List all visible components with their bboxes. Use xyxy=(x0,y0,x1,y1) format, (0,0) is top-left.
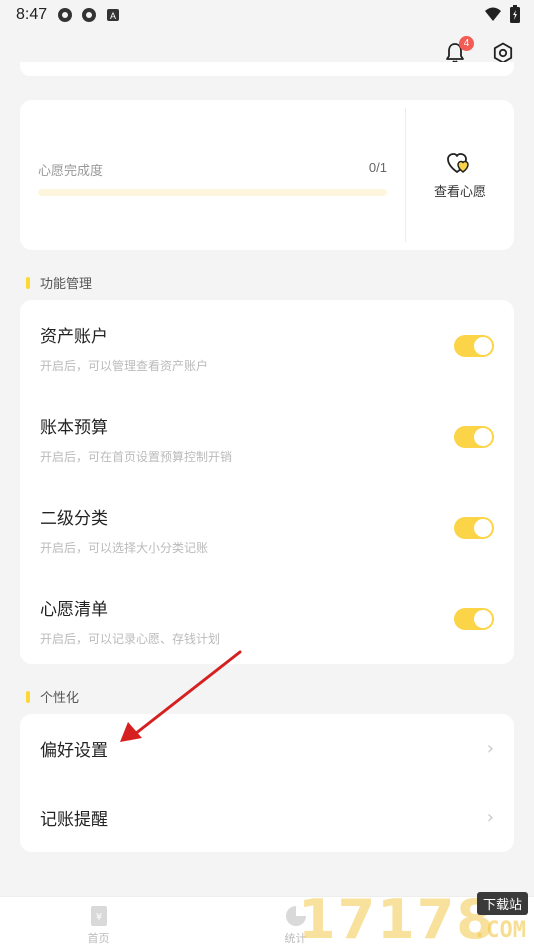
preferences-label: 偏好设置 xyxy=(40,741,108,761)
a-box-icon: A xyxy=(107,9,120,21)
feature-title: 二级分类 xyxy=(40,509,108,529)
feature-row-subcategory: 二级分类 开启后，可以选择大小分类记账 xyxy=(20,482,514,573)
personal-card: 偏好设置 › 记账提醒 › xyxy=(20,714,514,852)
feature-title: 账本预算 xyxy=(40,418,108,438)
wish-progress-bar xyxy=(38,189,387,196)
wifi-icon xyxy=(485,7,501,21)
watermark-domain: .COM xyxy=(473,918,526,943)
features-section-label: 功能管理 xyxy=(40,277,93,292)
toggle-knob xyxy=(474,428,492,446)
wish-progress-label: 心愿完成度 xyxy=(38,164,104,179)
feature-desc: 开启后，可以记录心愿、存钱计划 xyxy=(40,632,221,646)
svg-text:A: A xyxy=(110,11,116,21)
app-notification-icon xyxy=(58,8,73,22)
status-time: 8:47 xyxy=(16,6,48,23)
feature-desc: 开启后，可以管理查看资产账户 xyxy=(40,359,209,373)
site-watermark: 17178 下载站 .COM xyxy=(298,888,528,950)
nav-item-home[interactable]: ¥ 首页 xyxy=(88,897,110,950)
feature-row-asset-account: 资产账户 开启后，可以管理查看资产账户 xyxy=(20,300,514,391)
notification-badge: 4 xyxy=(459,36,474,51)
feature-desc: 开启后，可在首页设置预算控制开销 xyxy=(40,450,233,464)
personal-section-label: 个性化 xyxy=(40,691,80,706)
watermark-tag: 下载站 xyxy=(476,892,528,915)
wish-progress-count: 0/1 xyxy=(368,160,387,175)
subcategory-toggle[interactable] xyxy=(454,517,494,539)
feature-row-wishlist: 心愿清单 开启后，可以记录心愿、存钱计划 xyxy=(20,573,514,664)
wishlist-toggle[interactable] xyxy=(454,608,494,630)
feature-title: 资产账户 xyxy=(40,327,108,347)
features-section-title: 功能管理 xyxy=(26,273,92,292)
preferences-row[interactable]: 偏好设置 › xyxy=(20,714,514,783)
personal-section-title: 个性化 xyxy=(26,687,79,706)
chevron-right-icon: › xyxy=(486,807,494,828)
wish-progress-row: 心愿完成度 0/1 xyxy=(38,160,387,179)
previous-card-edge xyxy=(20,62,514,76)
chevron-right-icon: › xyxy=(486,738,494,759)
status-right xyxy=(484,5,520,23)
feature-row-budget: 账本预算 开启后，可在首页设置预算控制开销 xyxy=(20,391,514,482)
features-card: 资产账户 开启后，可以管理查看资产账户 账本预算 开启后，可在首页设置预算控制开… xyxy=(20,300,514,664)
toggle-knob xyxy=(474,610,492,628)
reminder-row[interactable]: 记账提醒 › xyxy=(20,783,514,852)
view-wish-button[interactable]: 查看心愿 xyxy=(406,100,514,250)
status-bar: 8:47 A xyxy=(0,0,534,30)
battery-icon xyxy=(510,5,520,23)
feature-title: 心愿清单 xyxy=(40,600,108,620)
wish-progress-area: 心愿完成度 0/1 xyxy=(20,100,405,250)
svg-text:¥: ¥ xyxy=(95,912,101,923)
app-notification-icon xyxy=(82,8,97,22)
watermark-digits: 17178 xyxy=(298,888,496,950)
wish-card: 心愿完成度 0/1 查看心愿 xyxy=(20,100,514,250)
section-accent-bar xyxy=(26,690,30,703)
section-accent-bar xyxy=(26,276,30,289)
feature-desc: 开启后，可以选择大小分类记账 xyxy=(40,541,209,555)
toggle-knob xyxy=(474,337,492,355)
gear-icon xyxy=(493,42,513,64)
view-wish-label: 查看心愿 xyxy=(433,184,486,200)
ledger-icon: ¥ xyxy=(90,906,107,926)
heart-wish-icon xyxy=(447,152,469,173)
asset-account-toggle[interactable] xyxy=(454,335,494,357)
budget-toggle[interactable] xyxy=(454,426,494,448)
toggle-knob xyxy=(474,519,492,537)
reminder-label: 记账提醒 xyxy=(40,810,108,830)
nav-label: 首页 xyxy=(87,932,110,945)
